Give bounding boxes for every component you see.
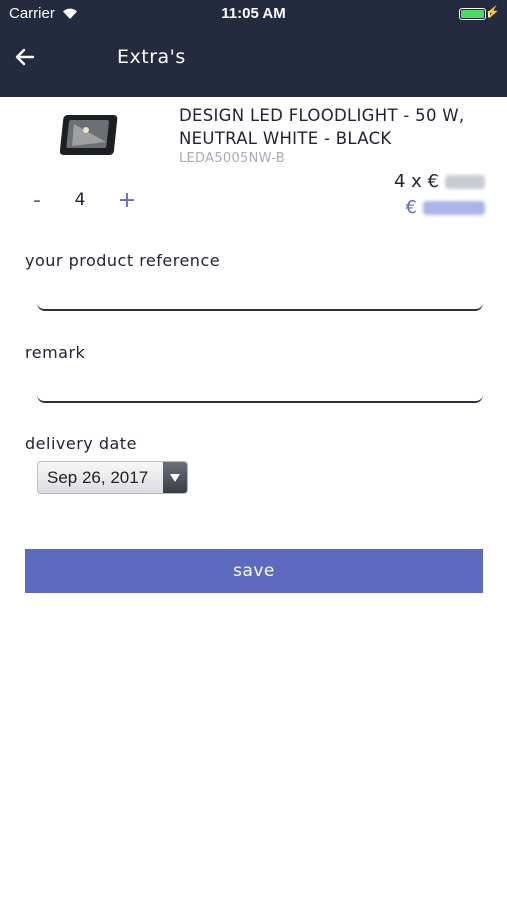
reference-label: your product reference — [25, 251, 221, 270]
product-image — [60, 115, 118, 155]
redacted-total-price — [423, 200, 485, 215]
status-time: 11:05 AM — [221, 5, 286, 22]
total-price-label: € — [405, 197, 417, 218]
delivery-date-label: delivery date — [25, 434, 137, 453]
arrow-left-icon[interactable] — [14, 46, 36, 68]
reference-input[interactable] — [37, 279, 483, 311]
app-header: Carrier 11:05 AM ⚡ Extra's — [0, 0, 507, 97]
product-sku: LEDA5005NW-B — [179, 151, 286, 166]
decrease-quantity-button[interactable]: - — [27, 188, 47, 213]
save-button[interactable]: save — [25, 549, 483, 593]
page-title: Extra's — [117, 46, 186, 68]
status-bar: Carrier 11:05 AM ⚡ — [0, 0, 507, 28]
remark-input[interactable] — [37, 371, 483, 403]
unit-price: 4 x € — [394, 171, 485, 192]
product-name: DESIGN LED FLOODLIGHT - 50 W, NEUTRAL WH… — [179, 106, 465, 148]
delivery-date-value: Sep 26, 2017 — [47, 467, 149, 487]
unit-price-label: 4 x € — [394, 171, 439, 192]
quantity-value: 4 — [74, 190, 86, 210]
redacted-unit-price — [445, 174, 485, 189]
charging-icon: ⚡ — [485, 5, 500, 19]
chevron-down-icon[interactable] — [163, 462, 187, 493]
total-price: € — [406, 197, 485, 218]
battery-icon — [459, 8, 486, 20]
remark-label: remark — [25, 343, 86, 362]
delivery-date-picker[interactable]: Sep 26, 2017 — [37, 461, 188, 494]
increase-quantity-button[interactable]: + — [116, 188, 138, 213]
